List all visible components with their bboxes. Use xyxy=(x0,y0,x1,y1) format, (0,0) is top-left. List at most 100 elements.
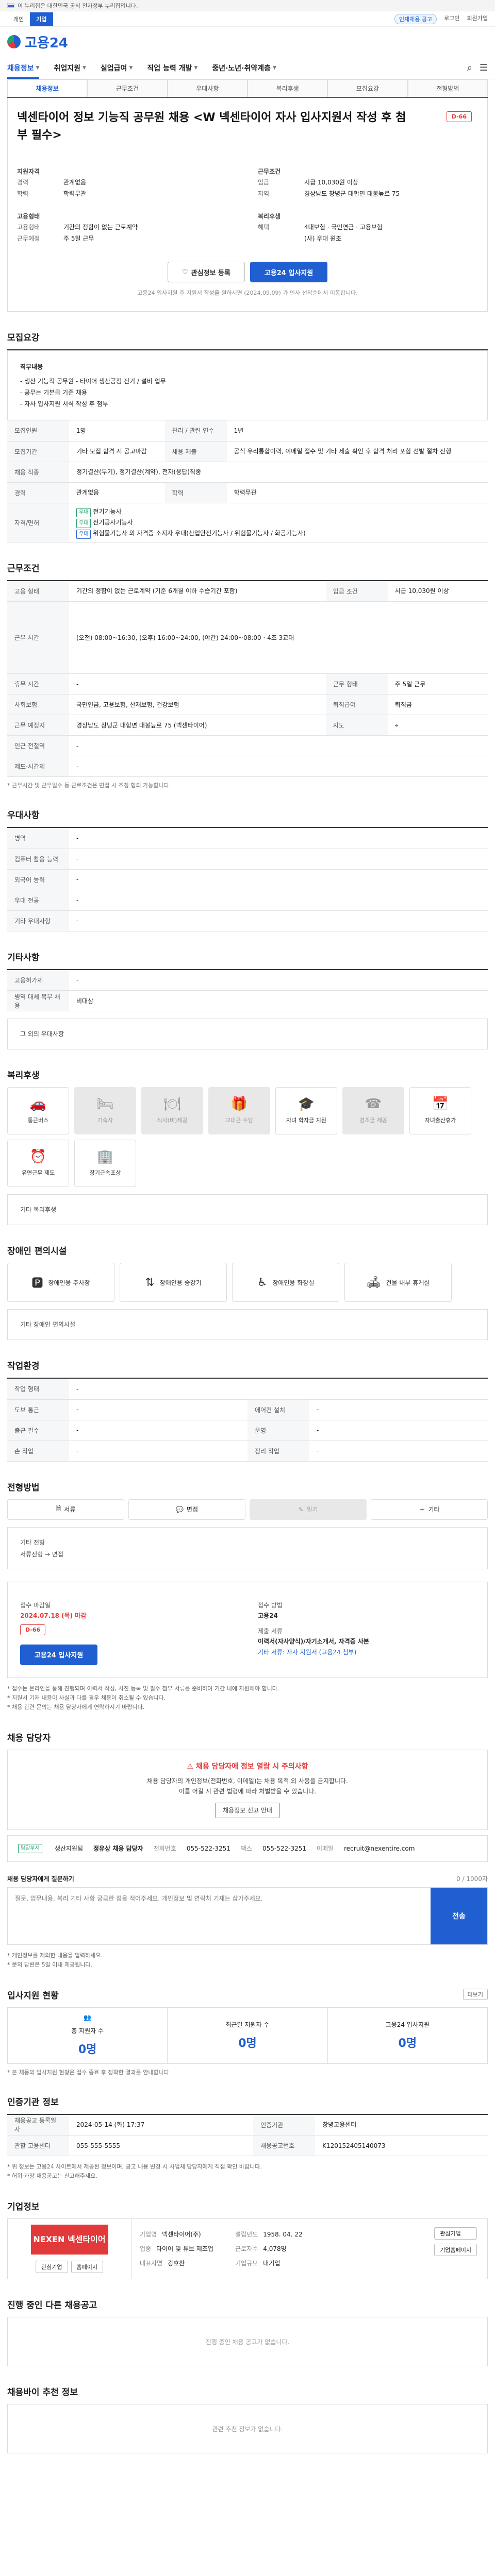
side-fav-button[interactable]: 관심기업 xyxy=(434,2227,477,2240)
welfare-item: 🏢 장기근속포상 xyxy=(74,1140,136,1187)
welfare-item: 📅 자녀출산휴가 xyxy=(409,1087,471,1134)
search-icon[interactable]: ⌕ xyxy=(467,62,472,73)
tab-company[interactable]: 기업 xyxy=(30,12,53,26)
section-tabs: 채용정보 근무조건 우대사항 복리후생 모집요강 전형방법 xyxy=(7,79,488,98)
section-title-manager: 채용 담당자 xyxy=(7,1733,51,1743)
summary-group-label: 지원자격 xyxy=(17,168,40,175)
stats-box: 👥 총 지원자 수 0명 최근일 지원자 수 0명 고용24 입사지원 0명 xyxy=(7,2007,488,2064)
talent-chip[interactable]: 인재채용 공고 xyxy=(394,13,437,24)
tab-pref[interactable]: 우대사항 xyxy=(167,79,248,97)
phone-icon: ☎ xyxy=(365,1096,382,1112)
disability-frame: 기타 장애인 편의시설 xyxy=(7,1309,488,1340)
nav-item-training[interactable]: 직업 능력 개발 ▼ xyxy=(147,63,197,73)
bus-icon: 🛏 xyxy=(96,1096,114,1112)
plus-icon: ＋ xyxy=(419,1506,425,1513)
fav-company-button[interactable]: 관심기업 xyxy=(36,2261,68,2273)
screen-written: ✎ 필기 xyxy=(250,1499,367,1520)
company-card: NEXEN 넥센타이어 관심기업 홈페이지 기업명 넥센타이어(주) 설립년도 19… xyxy=(7,2218,488,2279)
users-icon: 👥 xyxy=(84,2014,92,2021)
tab-welfare[interactable]: 복리후생 xyxy=(247,79,328,97)
stat-item: 최근일 지원자 수 0명 xyxy=(168,2007,328,2063)
screen-doc: 🗎 서류 xyxy=(7,1499,124,1520)
section-title-recruit: 모집요강 xyxy=(7,333,40,343)
apply-note: 고용24 입사지원 후 지원서 작성을 원하시면 (2024.09.09) 가 … xyxy=(137,290,358,296)
nav-item-jobs[interactable]: 채용정보 ▼ xyxy=(7,63,40,79)
tab-conditions[interactable]: 근무조건 xyxy=(87,79,168,97)
manager-warning: ⚠ 채용 담당자에 정보 열람 시 주의사항 채용 담당자의 개인정보(전화번호… xyxy=(7,1749,488,1830)
gov-banner: 이 누리집은 대한민국 공식 전자정부 누리집입니다. xyxy=(0,0,495,11)
flag-icon xyxy=(7,3,14,8)
tab-personal[interactable]: 개인 xyxy=(7,12,30,26)
qa-send-button[interactable]: 전송 xyxy=(431,1887,487,1944)
site-logo[interactable]: 고용24 xyxy=(0,27,495,57)
qa-count: 0 / 1000자 xyxy=(456,1875,488,1883)
qa-label: 채용 담당자에게 질문하기 xyxy=(7,1875,74,1883)
chat-icon: 💬 xyxy=(175,1505,184,1513)
section-title-near: 채용바이 추천 정보 xyxy=(7,2387,78,2398)
welfare-icons: 🚗 통근버스 🛏 기숙사 🍽 식사(비)제공 🎁 교대근 수당 🎓 자녀 학자금 지원 ☎… xyxy=(7,1087,488,1187)
section-title-stats: 입사지원 현황 xyxy=(7,1990,59,2001)
chevron-down-icon: ▼ xyxy=(194,65,198,71)
screening-options: 🗎 서류 💬 면접 ✎ 필기 ＋ 기타 xyxy=(7,1499,488,1520)
info-table: 채용공고 등록일자 2024-05-14 (화) 17:37 인증기관 창녕고용센터 … xyxy=(7,2114,488,2156)
apply-notes: * 접수는 온라인을 통해 진행되며 이력서 작성, 사진 등록 및 필수 첨부… xyxy=(7,1685,279,1710)
apply-button[interactable]: 고용24 입사지원 xyxy=(250,262,327,282)
nav-item-support[interactable]: 취업지원 ▼ xyxy=(54,63,86,73)
lounge-icon: 🛋 xyxy=(366,1276,381,1289)
signup-link[interactable]: 회원가입 xyxy=(467,14,488,24)
tab-screening[interactable]: 전형방법 xyxy=(407,79,488,97)
welfare-item: 🎓 자녀 학자금 지원 xyxy=(275,1087,337,1134)
dday-badge: D-66 xyxy=(446,111,472,122)
near-empty: 관련 추천 정보가 없습니다. xyxy=(7,2404,488,2453)
apply-box: 접수 마감일 2024.07.18 (목) 마감 D-66 고용24 입사지원 … xyxy=(7,1581,488,1678)
section-title-other: 진행 중인 다른 채용공고 xyxy=(7,2300,97,2311)
screen-interview: 💬 면접 xyxy=(128,1499,245,1520)
heart-icon: ♡ xyxy=(182,268,188,276)
chevron-down-icon: ▼ xyxy=(273,65,276,71)
meal-icon: 🍽 xyxy=(163,1096,181,1112)
facility-item: ⇅ 장애인용 승강기 xyxy=(120,1263,227,1302)
stats-more-button[interactable]: 더보기 xyxy=(463,1989,488,2000)
section-title-welfare: 복리후생 xyxy=(7,1071,40,1081)
chevron-down-icon: ▼ xyxy=(82,65,86,71)
pref-table: 병역 - 컴퓨터 활용 능력 - 외국어 능력 - 우대 전공 - 기타 우대사항 - xyxy=(7,828,488,931)
welfare-item: 🛏 기숙사 xyxy=(74,1087,136,1134)
login-link[interactable]: 로그인 xyxy=(444,14,459,24)
manager-card: 담당부서 생산지원팀 정유상 채용 담당자 전화번호 055-522-3251 팩… xyxy=(7,1835,488,1862)
report-button[interactable]: 채용정보 신고 안내 xyxy=(215,1802,280,1818)
info-notes: * 위 정보는 고용24 사이트에서 제공된 정보이며, 공고 내용 변경 시 … xyxy=(7,2163,262,2179)
menu-icon[interactable]: ☰ xyxy=(480,62,488,73)
restroom-icon: ♿ xyxy=(257,1276,268,1289)
qa-input[interactable] xyxy=(8,1887,431,1944)
nav-item-benefit[interactable]: 실업급여 ▼ xyxy=(101,63,133,73)
facility-item: 🅿 장애인용 주차장 xyxy=(7,1263,114,1302)
parking-icon: 🅿 xyxy=(31,1277,43,1290)
scrap-button[interactable]: ♡ 관심정보 등록 xyxy=(168,262,245,282)
welfare-item: ☎ 경조금 제공 xyxy=(342,1087,404,1134)
tab-requirements[interactable]: 모집요강 xyxy=(327,79,408,97)
summary-card: 넥센타이어 정보 기능직 공무원 채용 <W 넥센타이어 자사 입사지원서 작성… xyxy=(7,98,488,312)
nav-item-senior[interactable]: 중년·노년·취약계층 ▼ xyxy=(212,63,276,73)
conditions-table: 고용 형태 기간의 정함이 없는 근로계약 (기준 6개월 이하 수습기간 포함)… xyxy=(7,581,488,777)
welfare-item: 🎁 교대근 수당 xyxy=(208,1087,270,1134)
other-empty: 진행 중인 채용 공고가 없습니다. xyxy=(7,2317,488,2366)
alert-icon: ⚠ xyxy=(187,1762,196,1771)
pen-icon: ✎ xyxy=(298,1505,304,1513)
building-icon: 🏢 xyxy=(96,1149,114,1164)
stat-item: 고용24 입사지원 0명 xyxy=(385,2021,430,2050)
map-icon[interactable]: ⌖ xyxy=(395,722,399,729)
disability-icons: 🅿 장애인용 주차장 ⇅ 장애인용 승강기 ♿ 장애인용 화장실 🛋 건물 내부 휴게실 xyxy=(7,1263,488,1302)
duty-box: 직무내용 - 생산 기능직 공무원 - 타이어 생산공정 전기 / 설비 업무 -… xyxy=(7,350,488,420)
company-logo: NEXEN 넥센타이어 xyxy=(30,2225,108,2255)
homepage-button[interactable]: 홈페이지 xyxy=(71,2261,103,2273)
side-homepage-button[interactable]: 기업홈페이지 xyxy=(434,2244,477,2256)
car-icon: 🚗 xyxy=(29,1096,47,1112)
logo-mark-icon xyxy=(7,35,21,48)
etc-frame: 그 외의 우대사항 xyxy=(7,1019,488,1049)
facility-item: ♿ 장애인용 화장실 xyxy=(232,1263,339,1302)
tab-recruit[interactable]: 채용정보 xyxy=(7,79,88,97)
apply-button[interactable]: 고용24 입사지원 xyxy=(20,1644,97,1665)
doc-icon: 🗎 xyxy=(56,1505,61,1512)
logo-text: 고용24 xyxy=(25,35,69,51)
welfare-frame: 기타 복리후생 xyxy=(7,1194,488,1225)
